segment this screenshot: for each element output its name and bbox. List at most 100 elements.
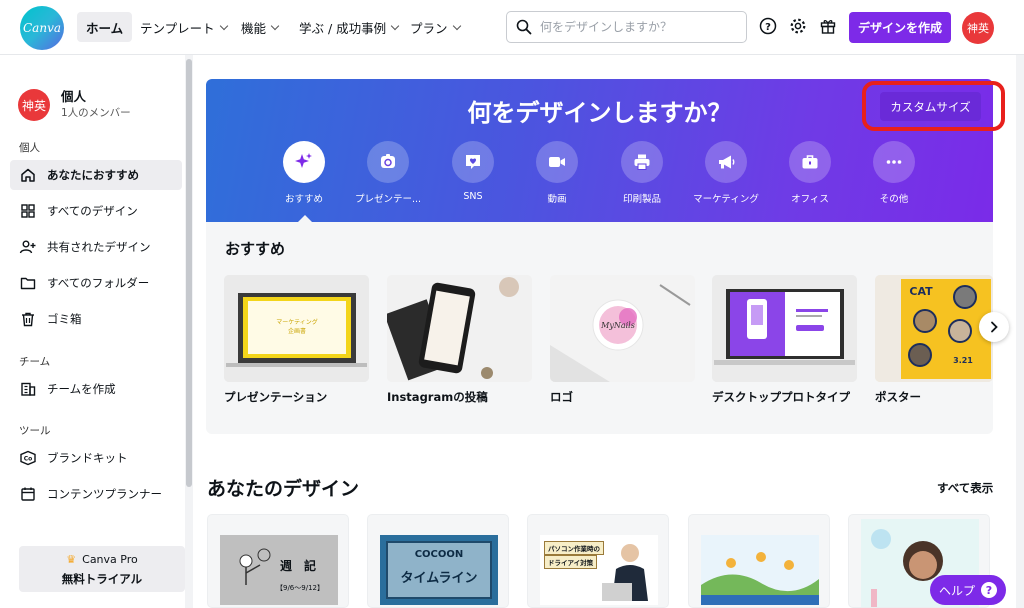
main-scrollbar[interactable] [1016, 55, 1024, 608]
category-video[interactable]: 動画 [512, 141, 602, 205]
nav-learn[interactable]: 学ぶ / 成功事例 [290, 12, 407, 42]
design-thumbnail-dry-eye: パソコン作業時の ドライアイ対策 [540, 535, 658, 605]
settings-gear-icon[interactable] [787, 15, 809, 37]
printer-icon [621, 141, 663, 183]
sidebar-item-all-designs[interactable]: すべてのデザイン [10, 196, 182, 226]
free-trial-label: 無料トライアル [61, 572, 143, 586]
canva-pro-trial-button[interactable]: ♛ Canva Pro 無料トライアル [19, 546, 185, 592]
chevron-down-icon [390, 21, 400, 30]
category-recommended[interactable]: おすすめ [259, 141, 349, 205]
gift-icon[interactable] [817, 15, 839, 37]
section-team-heading: チーム [19, 356, 51, 368]
template-card-instagram[interactable] [387, 275, 532, 382]
sidebar-item-all-folders[interactable]: すべてのフォルダー [10, 268, 182, 298]
canva-home: Canva ホーム テンプレート 機能 学ぶ / 成功事例 プラン ? [0, 0, 1024, 608]
design-thumbnail-cocoon: COCOON タイムライン [380, 535, 498, 605]
template-card-poster[interactable]: CAT 3.21 [875, 275, 993, 382]
sidebar-item-label: コンテンツプランナー [47, 487, 162, 501]
category-sns[interactable]: SNS [428, 141, 518, 202]
pro-label: ♛ Canva Pro [19, 553, 185, 566]
stick-figure-illustration [220, 535, 338, 605]
nav-home-label: ホーム [86, 20, 124, 36]
chevron-down-icon [270, 21, 280, 30]
sidebar-item-trash[interactable]: ゴミ箱 [10, 304, 182, 334]
sidebar-item-label: チームを作成 [47, 382, 116, 396]
highlight-annotation [862, 81, 1005, 131]
video-icon [536, 141, 578, 183]
create-design-button[interactable]: デザインを作成 [849, 12, 951, 43]
search-box[interactable] [506, 11, 747, 43]
design-card[interactable]: 週 記 【9/6〜9/12】 [207, 514, 349, 608]
folder-icon [19, 274, 37, 292]
poster-thumbnail: CAT 3.21 [875, 275, 993, 382]
design-card[interactable]: COCOON タイムライン [367, 514, 509, 608]
sidebar-item-label: すべてのフォルダー [47, 276, 150, 290]
sidebar-item-for-you[interactable]: あなたにおすすめ [10, 160, 182, 190]
design-text-dry-eye: ドライアイ対策 [544, 555, 598, 569]
template-label: ポスター [875, 390, 921, 404]
nav-templates[interactable]: テンプレート [131, 12, 236, 42]
sidebar-item-shared[interactable]: 共有されたデザイン [10, 232, 182, 262]
sidebar-item-label: すべてのデザイン [47, 204, 138, 218]
design-text-pc-work: パソコン作業時の [544, 541, 604, 555]
businessman-photo [602, 544, 648, 601]
help-circle-icon[interactable]: ? [757, 15, 779, 37]
carousel-next-button[interactable] [979, 312, 1009, 342]
presentation-icon [367, 141, 409, 183]
template-card-logo[interactable]: MyNails [550, 275, 695, 382]
home-icon [19, 166, 37, 184]
design-text-cocoon: COCOON [414, 549, 464, 560]
design-text-weekly: 週 記 [280, 559, 317, 573]
heart-chat-icon [452, 141, 494, 183]
sidebar-item-content-planner[interactable]: コンテンツプランナー [10, 479, 182, 509]
see-all-link[interactable]: すべて表示 [937, 480, 993, 496]
svg-text:3.21: 3.21 [953, 356, 973, 365]
design-text-timeline: タイムライン [400, 571, 478, 586]
template-label: プレゼンテーション [224, 390, 328, 404]
sidebar-item-create-team[interactable]: チームを作成 [10, 374, 182, 404]
svg-text:CAT: CAT [909, 285, 933, 298]
design-thumbnail-weekly: 週 記 【9/6〜9/12】 [220, 535, 338, 605]
search-input[interactable] [540, 20, 730, 34]
logo-thumbnail: MyNails [550, 275, 695, 382]
design-thumbnail-landscape [701, 535, 819, 605]
nav-home[interactable]: ホーム [77, 12, 133, 42]
nav-plans[interactable]: プラン [401, 12, 469, 42]
template-label: デスクトッププロトタイプ [712, 390, 850, 404]
more-dots-icon [873, 141, 915, 183]
category-marketing[interactable]: マーケティング [681, 141, 771, 205]
template-card-presentation[interactable]: マーケティング 企画書 [224, 275, 369, 382]
nav-features-label: 機能 [241, 20, 267, 36]
chevron-right-icon [991, 321, 998, 333]
help-button[interactable]: ヘルプ? [930, 575, 1006, 605]
svg-text:Co: Co [24, 456, 33, 463]
category-office[interactable]: オフィス [765, 141, 855, 205]
crown-icon: ♛ [66, 553, 77, 566]
section-personal-heading: 個人 [19, 142, 40, 154]
user-avatar[interactable]: 神英 [962, 12, 994, 44]
template-card-desktop-prototype[interactable] [712, 275, 857, 382]
trash-icon [19, 310, 37, 328]
design-card[interactable] [688, 514, 830, 608]
category-label: オフィス [791, 194, 829, 205]
sidebar-scrollbar[interactable] [185, 55, 193, 608]
presentation-thumbnail: マーケティング 企画書 [224, 275, 369, 382]
svg-text:MyNails: MyNails [600, 321, 635, 330]
nav-features[interactable]: 機能 [232, 12, 287, 42]
svg-text:企画書: 企画書 [288, 327, 306, 335]
question-icon: ? [981, 582, 997, 598]
category-label: マーケティング [693, 194, 759, 205]
chevron-down-icon [452, 21, 461, 30]
design-text-date: 【9/6〜9/12】 [276, 584, 324, 592]
category-more[interactable]: その他 [849, 141, 939, 205]
design-card[interactable]: パソコン作業時の ドライアイ対策 [527, 514, 669, 608]
canva-logo[interactable]: Canva [20, 6, 64, 50]
nav-templates-label: テンプレート [140, 20, 215, 36]
category-print[interactable]: 印刷製品 [597, 141, 687, 205]
sparkle-icon [283, 141, 325, 183]
category-presentation[interactable]: プレゼンテー... [343, 141, 433, 205]
your-designs-title: あなたのデザイン [207, 478, 360, 500]
chevron-down-icon [219, 21, 228, 30]
category-label: 動画 [547, 194, 567, 205]
sidebar-item-brand-kit[interactable]: Co ブランドキット [10, 443, 182, 473]
